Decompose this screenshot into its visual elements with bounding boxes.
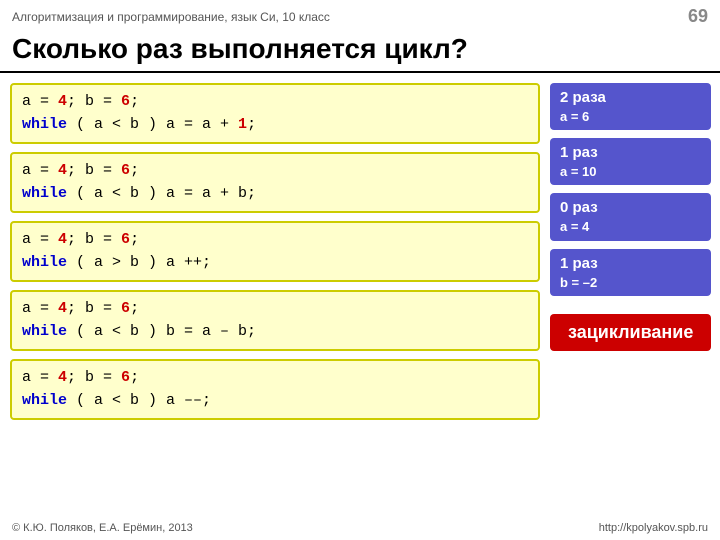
answer-block-2: 1 раз a = 10 (550, 138, 711, 185)
answer-block-3: 0 раз a = 4 (550, 193, 711, 240)
answer-3-line2: a = 4 (560, 218, 701, 236)
answer-2-line1: 1 раз (560, 142, 701, 163)
code-block-1-line2: while ( a < b ) a = a + 1; (22, 114, 528, 137)
answer-block-1: 2 раза a = 6 (550, 83, 711, 130)
answer-2-line2: a = 10 (560, 163, 701, 181)
answer-1-line2: a = 6 (560, 108, 701, 126)
answer-block-4: 1 раз b = –2 (550, 249, 711, 296)
answer-4-line1: 1 раз (560, 253, 701, 274)
code-block-5-line1: a = 4; b = 6; (22, 367, 528, 390)
code-column: a = 4; b = 6; while ( a < b ) a = a + 1;… (10, 83, 540, 420)
code-block-4-line2: while ( a < b ) b = a – b; (22, 321, 528, 344)
answer-3-line1: 0 раз (560, 197, 701, 218)
footer-left: © К.Ю. Поляков, Е.А. Ерёмин, 2013 (12, 522, 193, 534)
answer-1-line1: 2 раза (560, 87, 701, 108)
code-block-1-line1: a = 4; b = 6; (22, 91, 528, 114)
code-block-5-line2: while ( a < b ) a ––; (22, 390, 528, 413)
answer-4-line2: b = –2 (560, 274, 701, 292)
footer-right: http://kpolyakov.spb.ru (599, 522, 708, 534)
answer-zaciklivanie: зацикливание (550, 314, 711, 351)
header-bar: Алгоритмизация и программирование, язык … (0, 0, 720, 29)
header-left: Алгоритмизация и программирование, язык … (12, 10, 330, 24)
code-block-3: a = 4; b = 6; while ( a > b ) a ++; (10, 221, 540, 282)
code-block-5: a = 4; b = 6; while ( a < b ) a ––; (10, 359, 540, 420)
answer-column: 2 раза a = 6 1 раз a = 10 0 раз a = 4 1 … (550, 83, 710, 420)
code-block-4-line1: a = 4; b = 6; (22, 298, 528, 321)
page-title: Сколько раз выполняется цикл? (0, 29, 720, 73)
code-block-3-line2: while ( a > b ) a ++; (22, 252, 528, 275)
code-block-3-line1: a = 4; b = 6; (22, 229, 528, 252)
code-block-1: a = 4; b = 6; while ( a < b ) a = a + 1; (10, 83, 540, 144)
code-block-4: a = 4; b = 6; while ( a < b ) b = a – b; (10, 290, 540, 351)
page-number: 69 (688, 6, 708, 27)
footer: © К.Ю. Поляков, Е.А. Ерёмин, 2013 http:/… (0, 522, 720, 534)
code-block-2-line1: a = 4; b = 6; (22, 160, 528, 183)
code-block-2-line2: while ( a < b ) a = a + b; (22, 183, 528, 206)
code-block-2: a = 4; b = 6; while ( a < b ) a = a + b; (10, 152, 540, 213)
